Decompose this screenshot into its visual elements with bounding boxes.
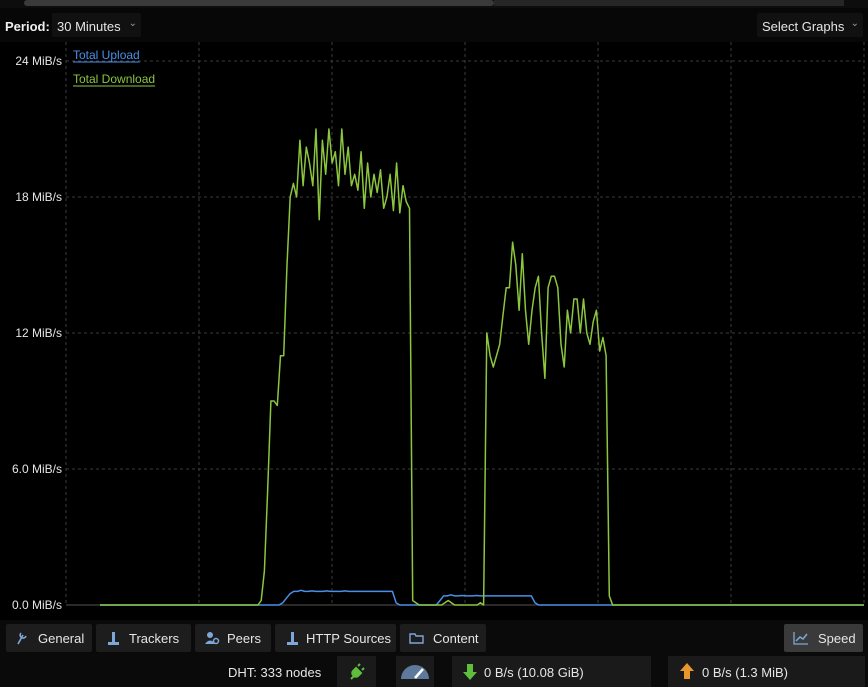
tab-trackers-label: Trackers — [129, 631, 180, 646]
dht-status: DHT: 333 nodes — [228, 665, 322, 680]
upload-speed-status[interactable]: 0 B/s (1.3 MiB) — [668, 656, 865, 687]
y-tick-label: 0.0 MiB/s — [12, 598, 62, 612]
chart-lines — [100, 128, 864, 606]
tab-peers-label: Peers — [227, 631, 261, 646]
detail-tabs: General Trackers Peers HTTP Sources Cont… — [0, 620, 868, 656]
legend-entry[interactable]: Total Upload — [73, 48, 140, 62]
upload-speed-text: 0 B/s (1.3 MiB) — [702, 665, 788, 680]
scrollbar-track — [494, 0, 844, 6]
status-bar: DHT: 333 nodes 0 B/s (10.08 GiB) 0 B/s (… — [0, 656, 868, 687]
upload-arrow-icon — [680, 663, 694, 679]
tab-content[interactable]: Content — [400, 624, 486, 652]
series-line-total-download — [100, 128, 864, 606]
download-speed-status[interactable]: 0 B/s (10.08 GiB) — [452, 656, 651, 687]
tab-peers[interactable]: Peers — [195, 624, 271, 652]
select-graphs-label: Select Graphs — [762, 19, 845, 34]
trackers-icon — [108, 632, 119, 645]
tab-trackers[interactable]: Trackers — [96, 624, 191, 652]
tab-speed[interactable]: Speed — [784, 624, 863, 652]
chevron-down-icon: ⌄ — [850, 18, 859, 29]
tab-speed-label: Speed — [818, 631, 856, 646]
peers-icon — [205, 632, 220, 645]
chart-grid — [65, 42, 865, 606]
legend-entry[interactable]: Total Download — [73, 72, 155, 86]
series-line-total-upload — [100, 589, 864, 606]
speed-icon — [793, 632, 808, 645]
period-value: 30 Minutes — [57, 19, 121, 34]
chevron-down-icon: ⌄ — [128, 18, 137, 29]
speed-graph: 24 MiB/s 18 MiB/s 12 MiB/s 6.0 MiB/s 0.0 MiB… — [12, 42, 865, 612]
http-sources-icon — [287, 632, 298, 645]
speedometer-icon — [401, 665, 429, 679]
tab-http-sources[interactable]: HTTP Sources — [275, 624, 396, 652]
tab-general[interactable]: General — [6, 624, 92, 652]
y-tick-label: 6.0 MiB/s — [12, 462, 62, 476]
period-dropdown[interactable]: 30 Minutes ⌄ — [52, 13, 141, 37]
y-tick-label: 12 MiB/s — [15, 326, 62, 340]
tab-http-sources-label: HTTP Sources — [306, 631, 392, 646]
folder-icon — [409, 633, 424, 644]
y-tick-label: 24 MiB/s — [15, 54, 62, 68]
select-graphs-dropdown[interactable]: Select Graphs ⌄ — [757, 13, 863, 37]
y-tick-label: 18 MiB/s — [15, 190, 62, 204]
general-icon — [17, 632, 27, 645]
scrollbar-thumb[interactable] — [24, 0, 494, 6]
y-axis-ticks: 24 MiB/s 18 MiB/s 12 MiB/s 6.0 MiB/s 0.0 MiB… — [12, 54, 62, 612]
period-label: Period: — [5, 19, 50, 34]
tab-general-label: General — [38, 631, 85, 646]
download-arrow-icon — [463, 664, 477, 680]
plug-icon — [350, 663, 365, 680]
speed-limits-button[interactable] — [396, 656, 434, 687]
connection-status-button[interactable] — [337, 656, 376, 687]
top-scrollbar[interactable] — [0, 0, 868, 8]
graph-toolbar: Period: 30 Minutes ⌄ Select Graphs ⌄ — [0, 8, 868, 42]
chart-legend: Total Upload Total Download — [73, 48, 156, 87]
download-speed-text: 0 B/s (10.08 GiB) — [484, 665, 584, 680]
tab-content-label: Content — [433, 631, 479, 646]
